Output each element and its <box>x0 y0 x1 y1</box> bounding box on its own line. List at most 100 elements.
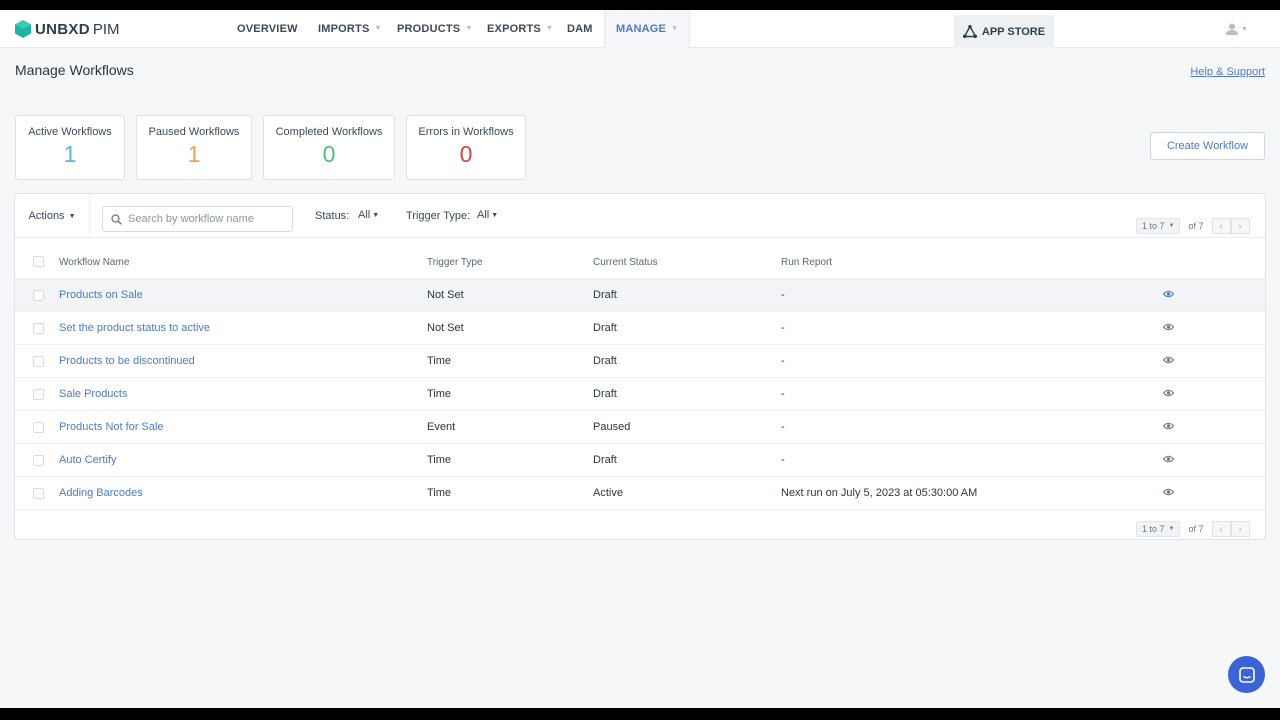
user-menu[interactable]: ▼ <box>1226 23 1248 35</box>
prev-page-button[interactable]: ‹ <box>1211 521 1231 537</box>
table-row[interactable]: Set the product status to active Not Set… <box>15 312 1265 345</box>
caret-down-icon: ▼ <box>465 25 473 32</box>
stat-label: Paused Workflows <box>148 126 240 138</box>
stat-card-active: Active Workflows 1 <box>15 115 125 180</box>
nav-label: MANAGE <box>616 23 667 35</box>
column-header-current-status[interactable]: Current Status <box>593 257 657 268</box>
eye-icon[interactable] <box>1163 422 1174 430</box>
nav-item-overview[interactable]: OVERVIEW <box>237 10 298 48</box>
eye-icon[interactable] <box>1163 488 1174 496</box>
trigger-filter-value: All <box>477 209 490 221</box>
page-total: of 7 <box>1188 524 1204 534</box>
workflow-name-link[interactable]: Auto Certify <box>59 454 116 466</box>
eye-icon[interactable] <box>1163 455 1174 463</box>
caret-down-icon: ▼ <box>1168 526 1175 532</box>
column-header-workflow-name[interactable]: Workflow Name <box>59 257 129 268</box>
nav-label: PRODUCTS <box>397 23 461 35</box>
column-header-run-report[interactable]: Run Report <box>781 257 832 268</box>
caret-down-icon: ▼ <box>1241 25 1248 33</box>
workflow-name-link[interactable]: Products to be discontinued <box>59 355 195 367</box>
status-cell: Draft <box>593 322 617 334</box>
chevron-right-icon: › <box>1238 523 1242 535</box>
table-row[interactable]: Sale Products Time Draft - <box>15 378 1265 411</box>
eye-icon[interactable] <box>1163 323 1174 331</box>
top-navigation: UNBXD PIM OVERVIEW IMPORTS ▼ PRODUCTS ▼ … <box>0 10 1280 48</box>
workflow-name-link[interactable]: Adding Barcodes <box>59 487 143 499</box>
brand-name: UNBXD <box>35 20 90 38</box>
page-range-select[interactable]: 1 to 7 ▼ <box>1136 521 1181 537</box>
app-store-button[interactable]: APP STORE <box>954 15 1054 48</box>
eye-icon[interactable] <box>1163 290 1174 298</box>
caret-down-icon: ▼ <box>1168 223 1175 229</box>
page-range: 1 to 7 <box>1142 524 1165 534</box>
table-row[interactable]: Products Not for Sale Event Paused - <box>15 411 1265 444</box>
nav-label: IMPORTS <box>318 23 370 35</box>
pagination-top: 1 to 7 ▼ of 7 ‹ › <box>1136 218 1250 234</box>
table-row[interactable]: Auto Certify Time Draft - <box>15 444 1265 477</box>
trigger-type-cell: Not Set <box>427 322 464 334</box>
nav-item-exports[interactable]: EXPORTS ▼ <box>487 10 553 48</box>
eye-icon[interactable] <box>1163 389 1174 397</box>
run-report-cell: - <box>781 388 785 400</box>
page-title: Manage Workflows <box>15 62 134 78</box>
chat-icon <box>1238 666 1255 683</box>
nav-label: EXPORTS <box>487 23 541 35</box>
row-checkbox[interactable] <box>33 356 44 367</box>
select-all-checkbox[interactable] <box>33 256 44 267</box>
workflows-panel: Actions ▼ Status: All ▼ Trigger Type: Al… <box>14 193 1266 540</box>
search-input[interactable] <box>128 213 288 225</box>
create-workflow-button[interactable]: Create Workflow <box>1150 132 1265 160</box>
brand-logo[interactable]: UNBXD PIM <box>15 19 120 39</box>
trigger-filter-label: Trigger Type: <box>406 210 471 222</box>
stat-value: 1 <box>187 141 201 167</box>
run-report-cell: - <box>781 289 785 301</box>
run-report-cell: Next run on July 5, 2023 at 05:30:00 AM <box>781 487 978 499</box>
nav-item-manage[interactable]: MANAGE ▼ <box>604 10 691 48</box>
app-store-label: APP STORE <box>981 25 1046 38</box>
stat-value: 0 <box>459 141 473 167</box>
next-page-button[interactable]: › <box>1230 218 1250 234</box>
status-cell: Paused <box>593 421 631 433</box>
page-total: of 7 <box>1188 221 1204 231</box>
nav-item-imports[interactable]: IMPORTS ▼ <box>318 10 382 48</box>
stat-card-paused: Paused Workflows 1 <box>136 115 252 180</box>
actions-dropdown[interactable]: Actions ▼ <box>15 194 90 238</box>
search-icon <box>111 213 122 225</box>
run-report-cell: - <box>781 454 785 466</box>
prev-page-button[interactable]: ‹ <box>1211 218 1231 234</box>
status-filter-label: Status: <box>315 210 350 222</box>
caret-down-icon: ▼ <box>68 212 76 220</box>
nav-item-products[interactable]: PRODUCTS ▼ <box>397 10 472 48</box>
page-range-select[interactable]: 1 to 7 ▼ <box>1136 218 1181 234</box>
workflow-name-link[interactable]: Sale Products <box>59 388 127 400</box>
table-row[interactable]: Adding Barcodes Time Active Next run on … <box>15 477 1265 510</box>
row-checkbox[interactable] <box>33 323 44 334</box>
row-checkbox[interactable] <box>33 488 44 499</box>
trigger-type-cell: Time <box>427 454 452 466</box>
trigger-type-cell: Time <box>427 388 452 400</box>
caret-down-icon: ▼ <box>491 211 499 219</box>
chevron-left-icon: ‹ <box>1219 220 1223 232</box>
app-store-icon <box>962 25 977 38</box>
table-row[interactable]: Products on Sale Not Set Draft - <box>15 279 1265 312</box>
nav-item-dam[interactable]: DAM <box>567 10 593 48</box>
row-checkbox[interactable] <box>33 389 44 400</box>
next-page-button[interactable]: › <box>1230 521 1250 537</box>
caret-down-icon: ▼ <box>374 25 382 32</box>
workflow-name-link[interactable]: Products on Sale <box>59 289 143 301</box>
row-checkbox[interactable] <box>33 455 44 466</box>
chat-support-button[interactable] <box>1228 656 1265 693</box>
hexagon-logo-icon <box>15 20 31 38</box>
help-support-link[interactable]: Help & Support <box>1190 66 1265 78</box>
row-checkbox[interactable] <box>33 290 44 301</box>
trigger-filter-dropdown[interactable]: All ▼ <box>477 209 498 221</box>
row-checkbox[interactable] <box>33 422 44 433</box>
workflow-name-link[interactable]: Products Not for Sale <box>59 421 164 433</box>
column-header-trigger-type[interactable]: Trigger Type <box>427 257 483 268</box>
workflow-name-link[interactable]: Set the product status to active <box>59 322 210 334</box>
eye-icon[interactable] <box>1163 356 1174 364</box>
table-row[interactable]: Products to be discontinued Time Draft - <box>15 345 1265 378</box>
status-filter-dropdown[interactable]: All ▼ <box>358 209 379 221</box>
stat-value: 0 <box>322 141 336 167</box>
stat-label: Errors in Workflows <box>418 126 514 138</box>
